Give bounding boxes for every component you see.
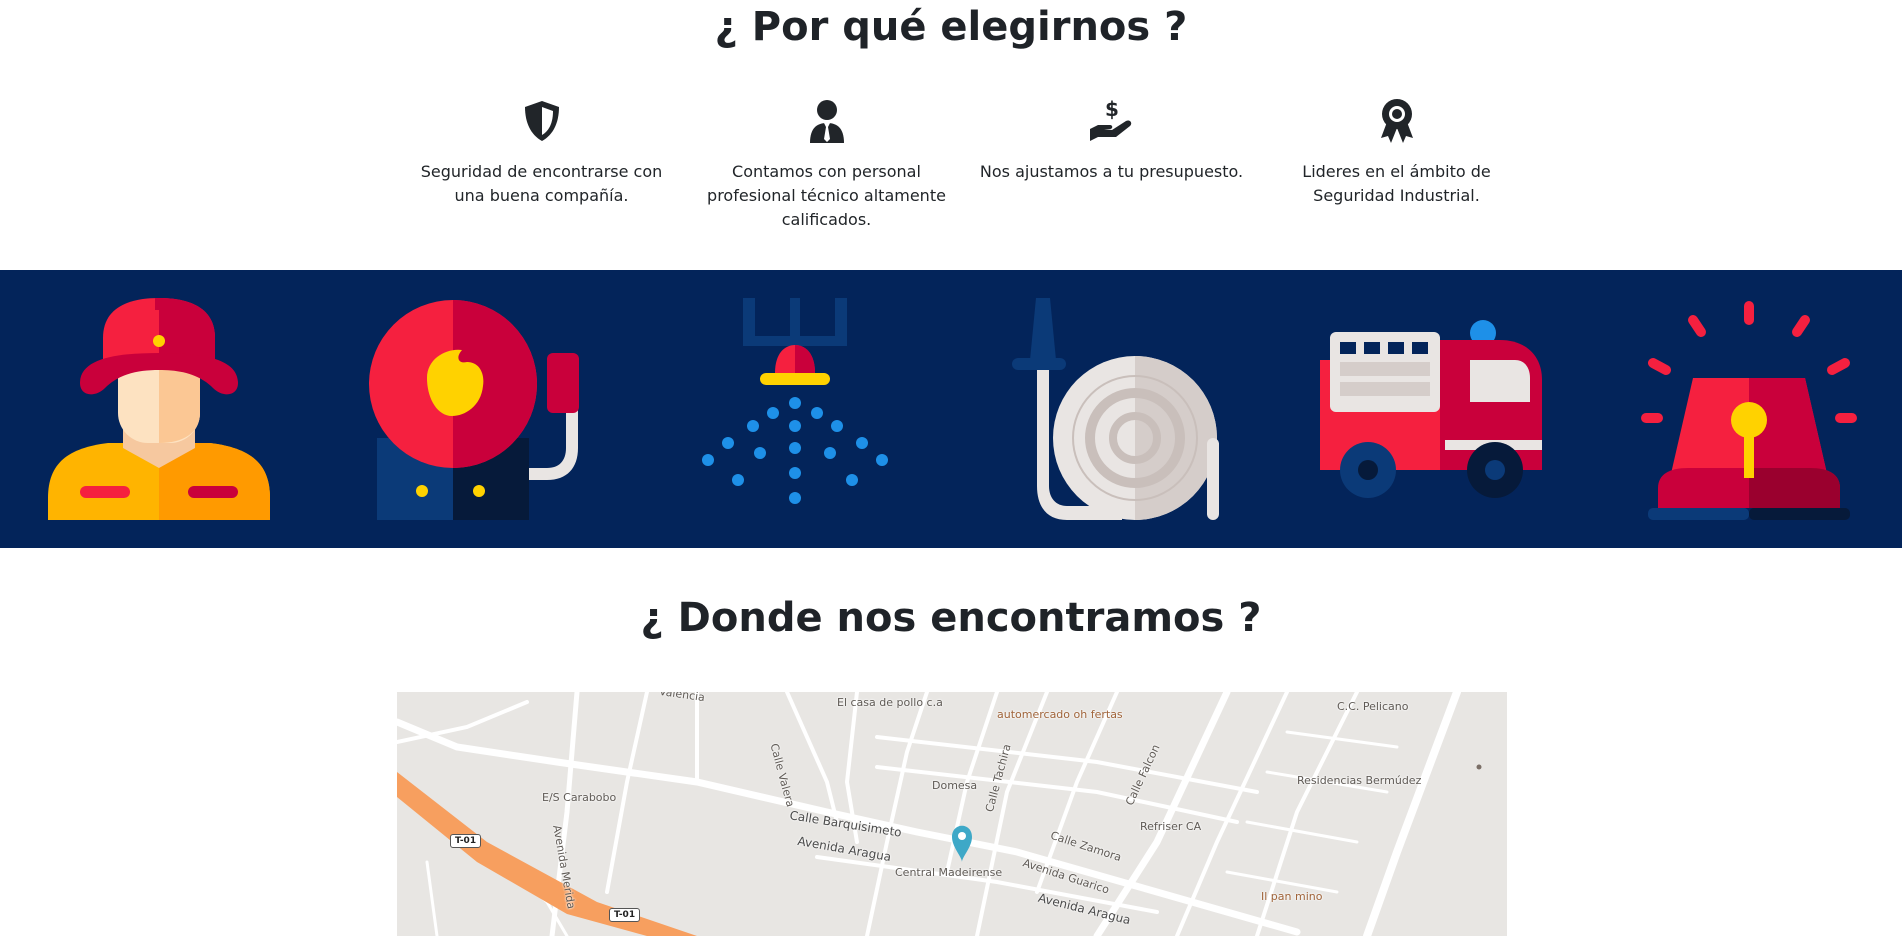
map-label: El casa de pollo c.a xyxy=(837,696,943,709)
person-tie-icon xyxy=(684,96,969,146)
feature-leaders: Lideres en el ámbito de Seguridad Indust… xyxy=(1254,96,1539,232)
hand-dollar-icon: $ xyxy=(969,96,1254,146)
svg-text:$: $ xyxy=(1105,99,1119,121)
highway-shield: T-01 xyxy=(450,834,482,848)
award-icon xyxy=(1254,96,1539,146)
feature-security: Seguridad de encontrarse con una buena c… xyxy=(399,96,684,232)
map-label: automercado oh fertas xyxy=(997,708,1123,721)
feature-text: Seguridad de encontrarse con una buena c… xyxy=(420,162,663,205)
alarm-siren-icon xyxy=(1641,301,1857,520)
location-title: ¿ Donde nos encontramos ? xyxy=(640,595,1262,641)
feature-text: Contamos con personal profesional técnic… xyxy=(707,162,946,229)
map-label: Refriser CA xyxy=(1140,820,1202,833)
location-map[interactable]: T-01 T-01 Valencia El casa de pollo c.a … xyxy=(397,692,1507,936)
map-label: E/S Carabobo xyxy=(542,791,617,804)
fire-truck-icon xyxy=(1320,320,1542,498)
map-label: Residencias Bermúdez xyxy=(1297,774,1422,787)
highway-shield: T-01 xyxy=(609,908,641,922)
why-choose-us-title: ¿ Por qué elegirnos ? xyxy=(714,4,1188,50)
safety-icons-banner xyxy=(0,270,1902,548)
feature-budget: $ Nos ajustamos a tu presupuesto. xyxy=(969,96,1254,232)
fire-alarm-bell-icon xyxy=(369,300,579,520)
map-label: Central Madeirense xyxy=(895,866,1003,879)
map-label: Il pan mino xyxy=(1261,890,1323,903)
feature-staff: Contamos con personal profesional técnic… xyxy=(684,96,969,232)
sprinkler-icon xyxy=(702,298,888,504)
fire-hose-icon xyxy=(1012,298,1219,520)
features-row: Seguridad de encontrarse con una buena c… xyxy=(399,96,1539,232)
firefighter-icon xyxy=(48,298,270,520)
feature-text: Lideres en el ámbito de Seguridad Indust… xyxy=(1302,162,1491,205)
feature-text: Nos ajustamos a tu presupuesto. xyxy=(979,162,1244,181)
map-label: C.C. Pelicano xyxy=(1337,700,1409,713)
shield-icon xyxy=(399,96,684,146)
map-label: Domesa xyxy=(932,779,978,792)
